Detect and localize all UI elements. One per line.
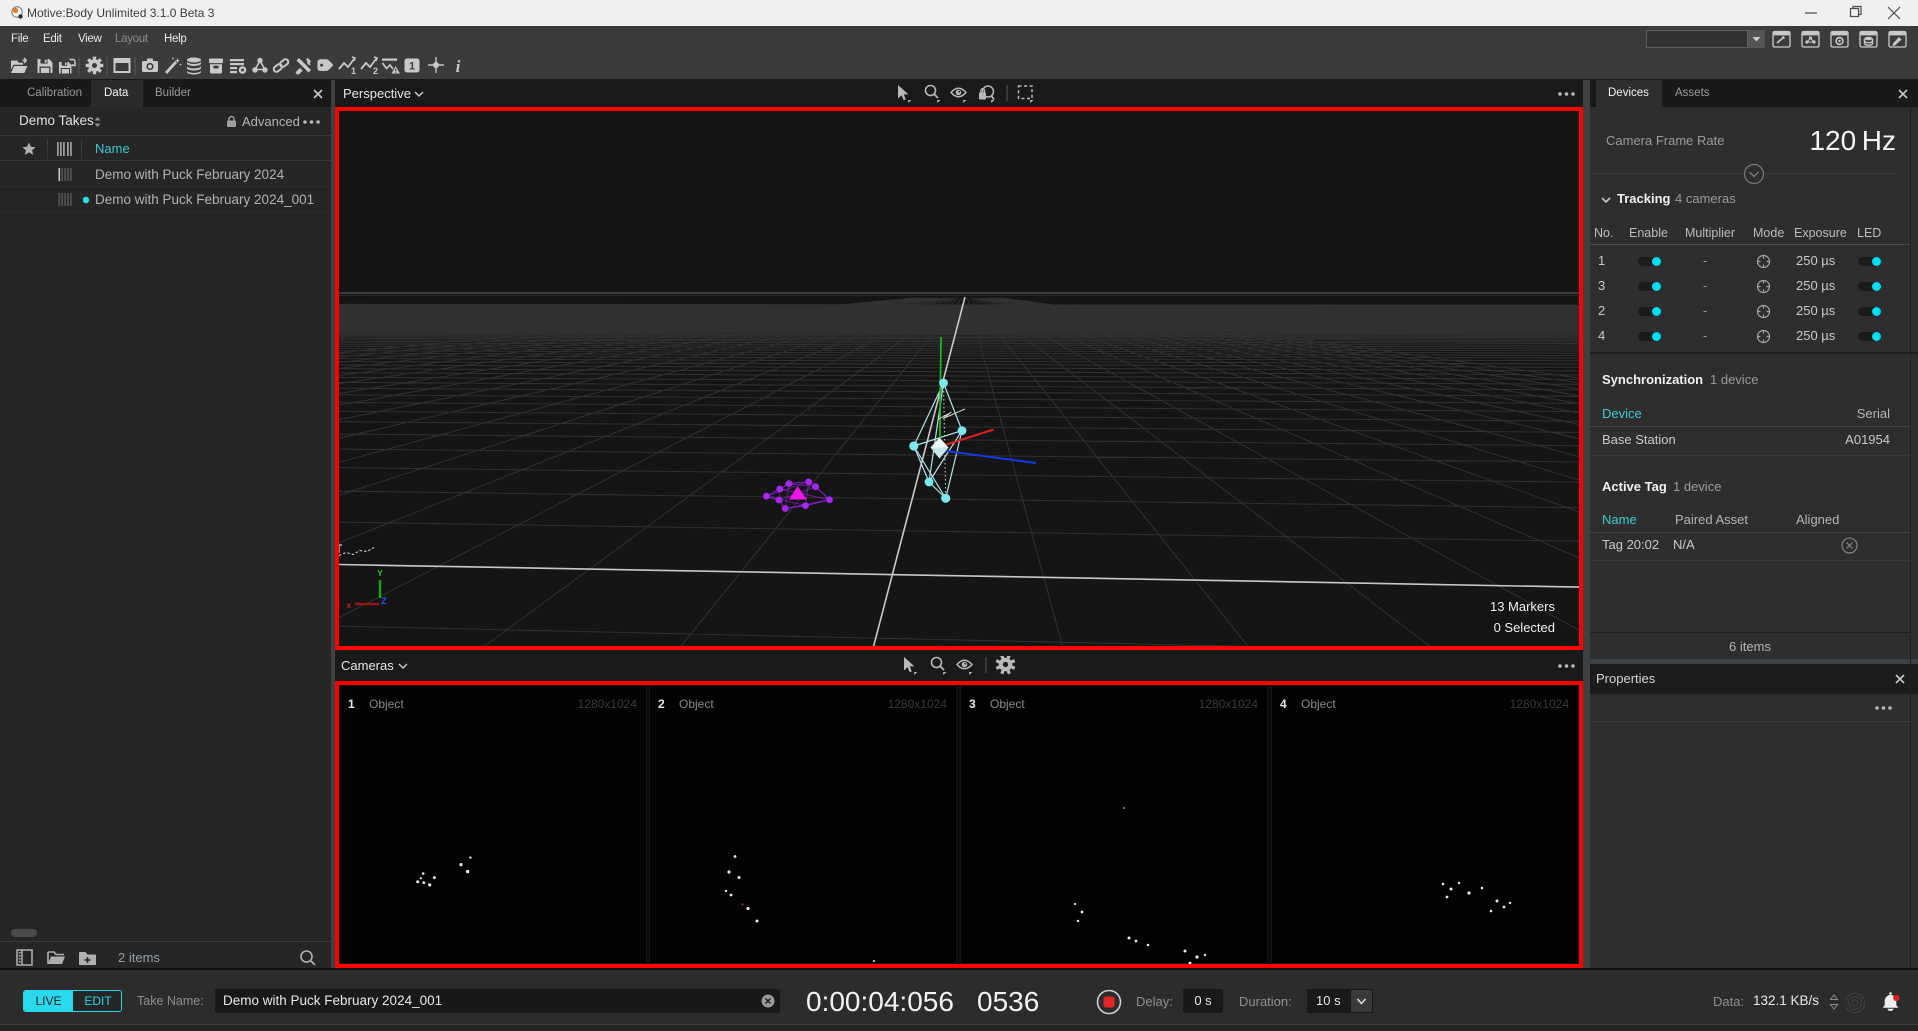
svg-text:Z: Z [381,596,387,607]
svg-text:Y: Y [377,568,383,578]
svg-text:i: i [456,57,461,76]
svg-text:2: 2 [373,66,378,76]
svg-text:x: x [347,600,352,610]
svg-text:1: 1 [409,61,415,73]
svg-text:1: 1 [351,66,356,76]
